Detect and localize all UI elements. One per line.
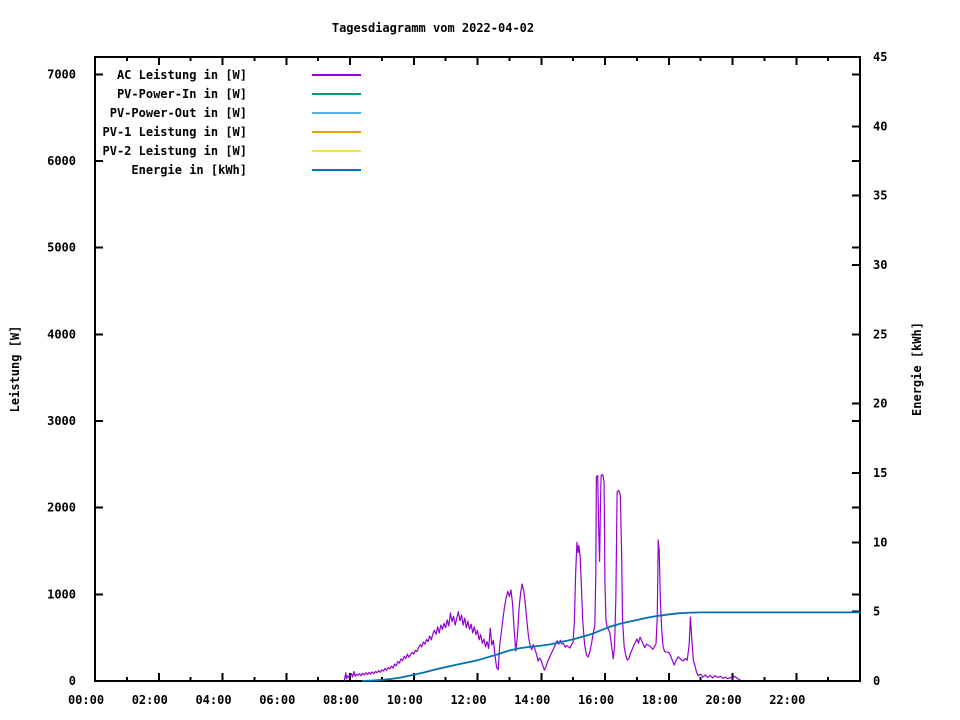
- x-tick-label: 16:00: [578, 693, 614, 707]
- legend-label: PV-1 Leistung in [W]: [102, 124, 248, 139]
- y2-tick-label: 25: [873, 327, 887, 341]
- y2-axis-title: Energie [kWh]: [910, 322, 924, 416]
- legend-item: PV-2 Leistung in [W]: [95, 141, 361, 160]
- legend-item: Energie in [kWh]: [95, 160, 361, 179]
- y-tick-label: 4000: [47, 327, 76, 341]
- legend: AC Leistung in [W] PV-Power-In in [W] PV-P…: [95, 65, 361, 179]
- y2-tick-label: 15: [873, 466, 887, 480]
- legend-item: AC Leistung in [W]: [95, 65, 361, 84]
- chart-canvas: 00:00 02:00 04:00 06:00 08:00 10:00 12:00 14:00…: [0, 0, 960, 720]
- x-tick-label: 08:00: [323, 693, 359, 707]
- y2-tick-label: 10: [873, 535, 887, 549]
- legend-label: AC Leistung in [W]: [116, 67, 247, 82]
- y2-tick-label: 45: [873, 50, 887, 64]
- y-tick-label: 0: [69, 674, 76, 688]
- legend-line-sample: [312, 149, 361, 152]
- legend-item: PV-1 Leistung in [W]: [95, 122, 361, 141]
- x-tick-label: 22:00: [769, 693, 805, 707]
- y2-tick-label: 30: [873, 258, 887, 272]
- legend-label: Energie in [kWh]: [131, 162, 247, 177]
- x-tick-label: 20:00: [705, 693, 741, 707]
- legend-line-sample: [312, 111, 361, 114]
- x-tick-label: 00:00: [68, 693, 104, 707]
- x-tick-label: 04:00: [195, 693, 231, 707]
- y-axis-title: Leistung [W]: [8, 326, 22, 413]
- y-tick-label: 2000: [47, 501, 76, 515]
- y2-tick-label: 40: [873, 119, 887, 133]
- y-tick-label: 6000: [47, 154, 76, 168]
- legend-line-sample: [312, 130, 361, 133]
- x-tick-label: 14:00: [514, 693, 550, 707]
- y2-tick-label: 20: [873, 397, 887, 411]
- x-tick-label: 10:00: [387, 693, 423, 707]
- legend-line-sample: [312, 168, 361, 171]
- legend-label: PV-Power-Out in [W]: [109, 105, 247, 120]
- y2-tick-label: 5: [873, 605, 880, 619]
- y-tick-label: 3000: [47, 414, 76, 428]
- x-tick-label: 18:00: [642, 693, 678, 707]
- x-tick-label: 12:00: [450, 693, 486, 707]
- y2-tick-label: 0: [873, 674, 880, 688]
- x-tick-label: 02:00: [132, 693, 168, 707]
- legend-label: PV-2 Leistung in [W]: [102, 143, 248, 158]
- series-ac-leistung-in-w: [343, 474, 741, 682]
- y2-tick-label: 35: [873, 189, 887, 203]
- legend-item: PV-Power-Out in [W]: [95, 103, 361, 122]
- y-tick-label: 7000: [47, 67, 76, 81]
- x-tick-label: 06:00: [259, 693, 295, 707]
- legend-line-sample: [312, 73, 361, 76]
- y-tick-label: 1000: [47, 587, 76, 601]
- chart-title: Tagesdiagramm vom 2022-04-02: [332, 21, 534, 35]
- legend-label: PV-Power-In in [W]: [116, 86, 247, 101]
- legend-line-sample: [312, 92, 361, 95]
- legend-item: PV-Power-In in [W]: [95, 84, 361, 103]
- y-tick-label: 5000: [47, 241, 76, 255]
